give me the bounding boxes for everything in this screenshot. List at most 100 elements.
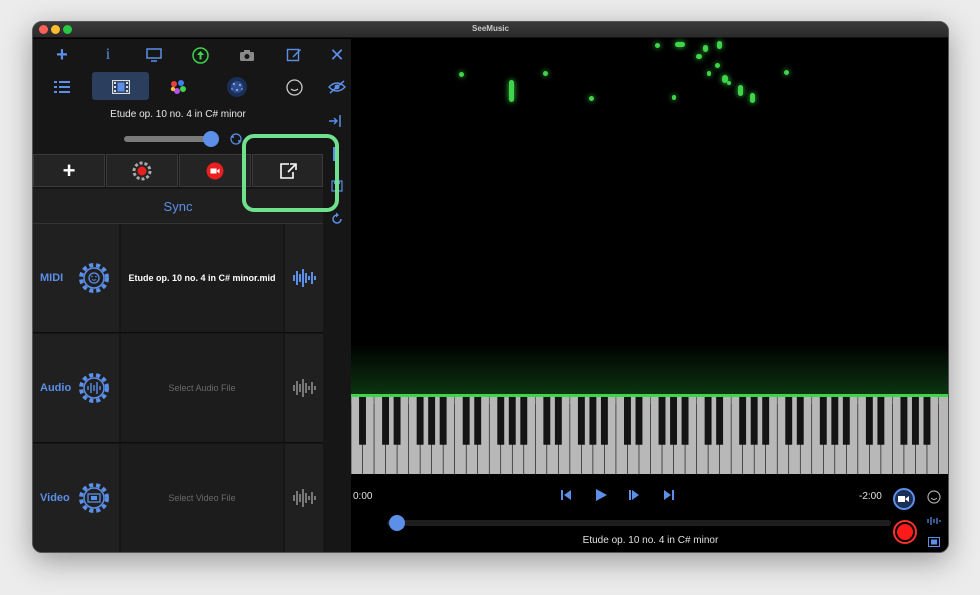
step-forward-button[interactable] [628,489,640,504]
volume-slider-track[interactable] [124,136,214,142]
video-camera-icon [898,496,909,502]
video-waveform-button[interactable] [285,444,323,552]
add-track-button[interactable]: + [33,154,105,187]
edit-icon[interactable] [283,45,305,65]
black-key [785,397,793,445]
remaining-time: -2:00 [859,491,882,502]
falling-note [738,85,743,96]
step-forward-icon [629,490,639,500]
falling-note [696,54,702,59]
progress-track[interactable] [387,520,891,526]
progress-knob[interactable] [389,515,405,531]
black-key [508,397,516,445]
black-key [681,397,689,445]
piano-keyboard [351,394,948,474]
eye-slash-icon[interactable] [326,77,348,97]
waveform-toggle-icon[interactable] [927,513,941,531]
black-key [382,397,390,445]
camera-record-button[interactable] [893,488,915,510]
falling-note [703,45,708,52]
record-video-button[interactable] [179,154,251,187]
dock-right-icon[interactable] [328,114,342,131]
falling-note [589,96,594,101]
upload-icon[interactable] [189,45,211,65]
black-key [923,397,931,445]
film-toggle-icon[interactable] [928,534,940,552]
black-key [497,397,505,445]
audio-waveform-button[interactable] [285,334,323,442]
plus-icon: + [62,157,76,183]
black-key [750,397,758,445]
white-key [938,397,948,474]
falling-note [543,71,548,76]
falling-note [750,93,755,103]
audio-settings-icon[interactable] [77,371,111,405]
skip-forward-button[interactable] [663,489,675,504]
falling-note [509,80,514,102]
black-key [554,397,562,445]
skip-forward-icon [664,490,674,500]
black-key [359,397,366,445]
black-key [543,397,551,445]
app-window: SeeMusic + i ✕ Etude op. 10 no. 4 in C# … [32,21,949,553]
black-key [474,397,482,445]
black-key [428,397,436,445]
falling-note [707,71,711,76]
particles-icon[interactable] [225,75,249,99]
titlebar: SeeMusic [33,22,948,38]
plus-icon[interactable]: + [51,44,73,66]
current-time: 0:00 [353,491,373,502]
volume-slider-knob[interactable] [203,131,219,147]
track-row-midi: MIDI Etude op. 10 no. 4 in C# minor.mid [33,224,323,333]
falling-note [715,63,720,68]
video-settings-icon[interactable] [77,481,111,515]
record-video-icon [206,162,224,179]
keyboard-top-edge [351,394,948,397]
camera-icon[interactable] [236,45,258,65]
falling-note [672,95,676,100]
list-icon[interactable] [51,77,73,97]
midi-settings-icon[interactable] [77,261,111,295]
waveform-icon [293,489,316,507]
black-key [658,397,666,445]
falling-note [655,43,660,48]
close-icon[interactable]: ✕ [326,45,348,65]
reset-icon[interactable] [330,212,344,229]
record-button[interactable] [893,520,917,544]
black-key [762,397,770,445]
black-key [831,397,839,445]
black-key [796,397,804,445]
now-playing-title: Etude op. 10 no. 4 in C# minor [582,535,719,546]
monitor-icon[interactable] [143,45,165,65]
skip-back-icon [561,490,571,500]
play-button[interactable] [595,488,608,505]
black-key [819,397,827,445]
midi-file-name[interactable]: Etude op. 10 no. 4 in C# minor.mid [121,224,283,332]
black-key [635,397,643,445]
palette-icon[interactable] [167,77,189,97]
midi-waveform-button[interactable] [285,224,323,332]
black-key [624,397,631,445]
skip-back-button[interactable] [560,489,572,504]
face-icon[interactable] [283,77,305,97]
waveform-icon [293,269,316,287]
black-key [704,397,712,445]
audio-file-select[interactable]: Select Audio File [121,334,283,442]
info-icon[interactable]: i [97,45,119,65]
black-key [865,397,873,445]
record-icon [897,524,913,540]
film-icon[interactable] [110,77,132,97]
record-settings-button[interactable] [106,154,178,187]
control-panel: + i ✕ Etude op. 10 no. 4 in C# minor + S… [33,39,351,552]
export-highlight-outline [242,134,339,212]
face-toggle-icon[interactable] [927,490,941,509]
black-key [600,397,608,445]
black-key [716,397,724,445]
black-key [877,397,885,445]
black-key [416,397,424,445]
gear-record-icon [132,161,152,180]
visualizer-area: 0:00 -2:00 Etude op. 10 no. 4 in C# mino… [351,39,948,552]
video-file-select[interactable]: Select Video File [121,444,283,552]
black-key [842,397,850,445]
black-key [577,397,585,445]
